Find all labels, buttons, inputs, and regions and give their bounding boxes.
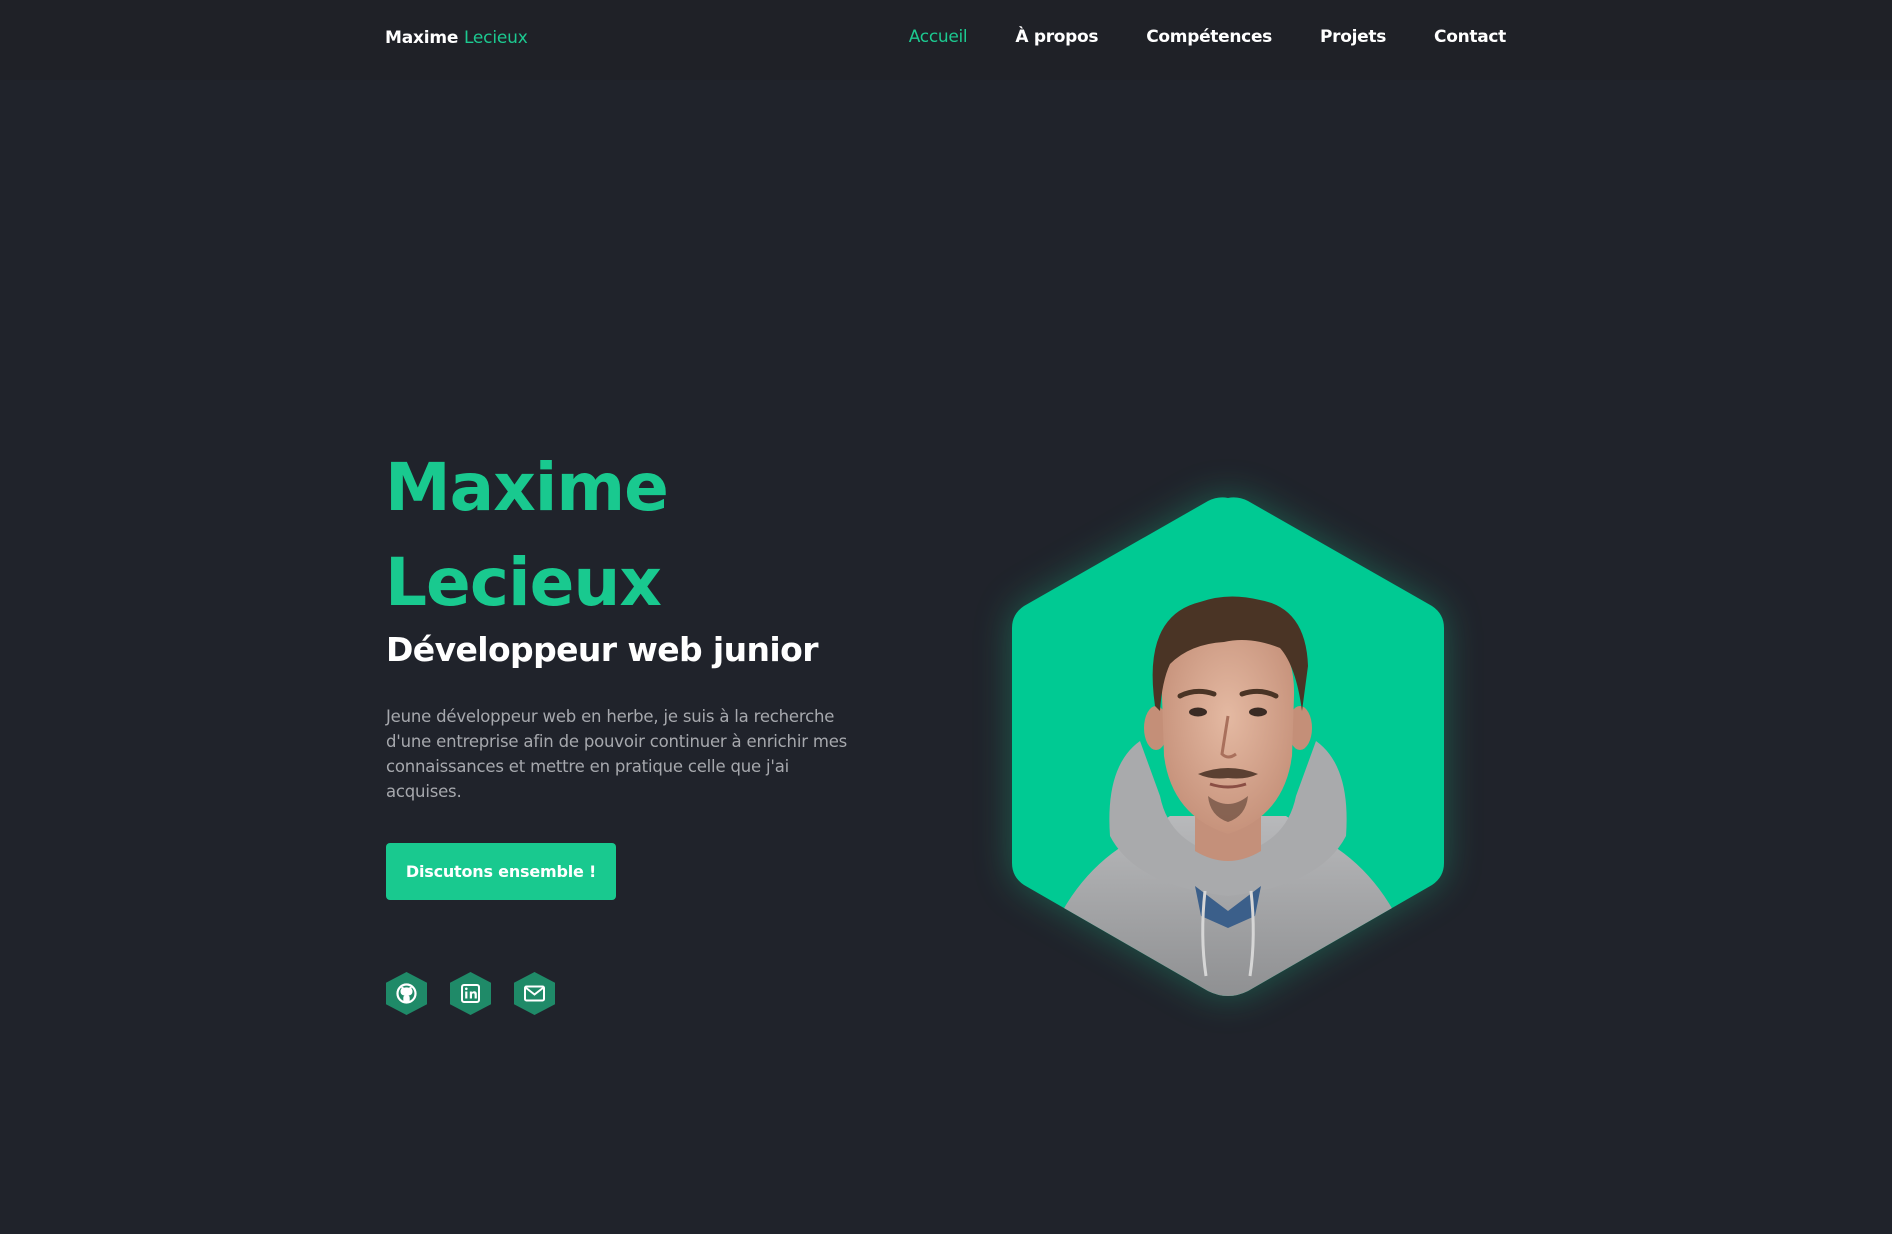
nav-item-projets[interactable]: Projets [1320, 27, 1386, 47]
github-link[interactable] [386, 972, 427, 1015]
hero-first-name: Maxime [385, 449, 669, 526]
logo-first-name: Maxime [385, 28, 459, 48]
nav-item-accueil[interactable]: Accueil [909, 27, 968, 47]
mail-icon [514, 972, 555, 1015]
main-nav: Accueil À propos Compétences Projets Con… [909, 27, 1507, 47]
mail-link[interactable] [514, 972, 555, 1015]
hero-name: Maxime Lecieux [385, 440, 669, 630]
contact-cta-button[interactable]: Discutons ensemble ! [386, 843, 616, 900]
github-icon [386, 972, 427, 1015]
site-logo[interactable]: Maxime Lecieux [385, 28, 528, 48]
hero-last-name: Lecieux [385, 544, 662, 621]
logo-last-name: Lecieux [463, 28, 528, 48]
page: Maxime Lecieux Accueil À propos Compéten… [0, 0, 1892, 1234]
nav-item-competences[interactable]: Compétences [1146, 27, 1272, 47]
linkedin-icon [450, 972, 491, 1015]
profile-hexagon [1012, 497, 1444, 996]
profile-photo [1010, 496, 1446, 996]
top-navbar: Maxime Lecieux Accueil À propos Compéten… [0, 0, 1892, 80]
social-links [386, 972, 555, 1015]
nav-item-a-propos[interactable]: À propos [1015, 27, 1098, 47]
nav-item-contact[interactable]: Contact [1434, 27, 1506, 47]
hero-role: Développeur web junior [386, 630, 818, 669]
hero-description: Jeune développeur web en herbe, je suis … [386, 707, 848, 801]
linkedin-link[interactable] [450, 972, 491, 1015]
